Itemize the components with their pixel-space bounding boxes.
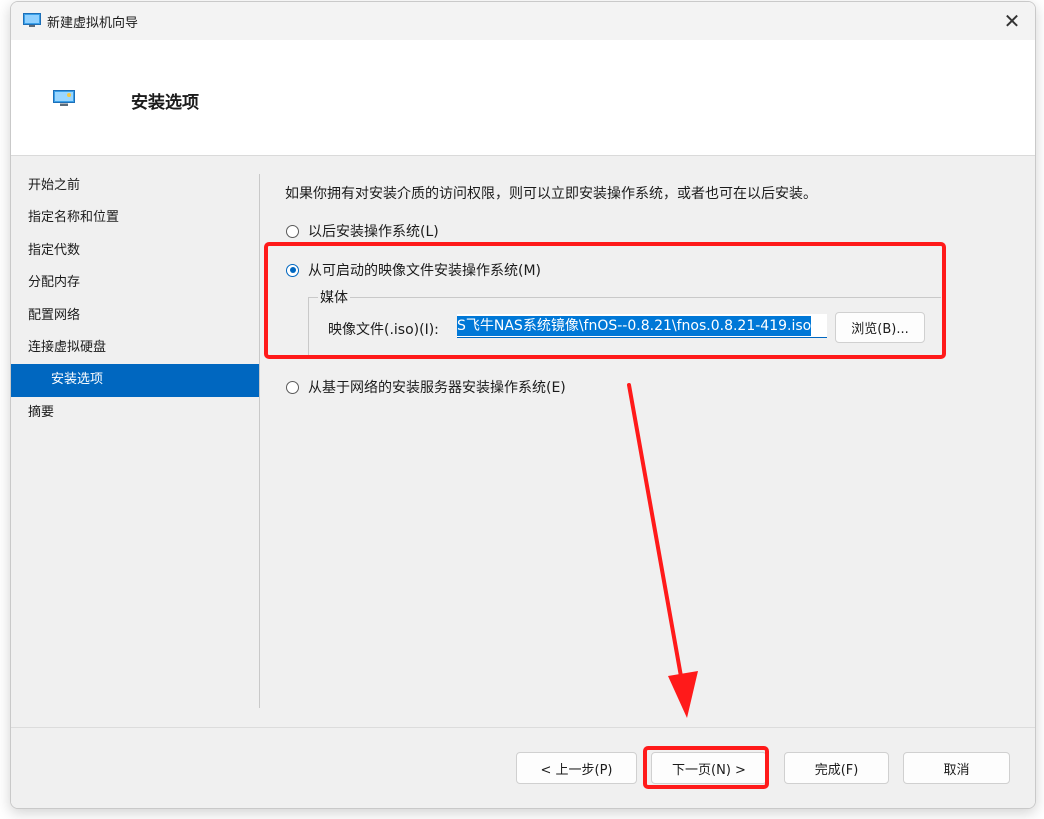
iso-file-label: 映像文件(.iso)(I): — [328, 322, 439, 338]
virtual-machine-icon — [23, 13, 41, 27]
wizard-footer: < 上一步(P) 下一页(N) > 完成(F) 取消 — [11, 727, 1035, 808]
step-navigation: 开始之前 指定名称和位置 指定代数 分配内存 配置网络 连接虚拟硬盘 安装选项 … — [11, 170, 259, 429]
intro-text: 如果你拥有对安装介质的访问权限，则可以立即安装操作系统，或者也可在以后安装。 — [285, 186, 817, 202]
iso-path-input[interactable]: S飞牛NAS系统镜像\fnOS--0.8.21\fnos.0.8.21-419.… — [457, 314, 827, 338]
option-install-from-network[interactable]: 从基于网络的安装服务器安装操作系统(E) — [286, 377, 566, 397]
previous-button[interactable]: < 上一步(P) — [516, 752, 637, 784]
wizard-body: 开始之前 指定名称和位置 指定代数 分配内存 配置网络 连接虚拟硬盘 安装选项 … — [11, 156, 1035, 727]
option-install-later[interactable]: 以后安装操作系统(L) — [286, 221, 439, 241]
page-title: 安装选项 — [131, 93, 199, 113]
virtual-machine-icon — [53, 90, 75, 106]
window-title: 新建虚拟机向导 — [47, 16, 139, 31]
radio-install-later[interactable] — [286, 224, 299, 238]
page-header: 安装选项 — [11, 40, 1035, 156]
media-legend: 媒体 — [318, 287, 350, 307]
title-bar: 新建虚拟机向导 ✕ — [11, 2, 1035, 40]
option-install-from-network-label: 从基于网络的安装服务器安装操作系统(E) — [308, 380, 566, 396]
iso-path-value: S飞牛NAS系统镜像\fnOS--0.8.21\fnos.0.8.21-419.… — [457, 316, 812, 336]
option-install-from-image-label: 从可启动的映像文件安装操作系统(M) — [308, 263, 542, 279]
cancel-button[interactable]: 取消 — [903, 752, 1010, 784]
nav-item-name-location[interactable]: 指定名称和位置 — [11, 202, 259, 234]
next-button[interactable]: 下一页(N) > — [651, 752, 767, 784]
nav-item-installation-options[interactable]: 安装选项 — [11, 364, 259, 397]
nav-item-network[interactable]: 配置网络 — [11, 300, 259, 332]
close-button[interactable]: ✕ — [989, 2, 1035, 40]
nav-item-memory[interactable]: 分配内存 — [11, 267, 259, 299]
content-panel: 如果你拥有对安装介质的访问权限，则可以立即安装操作系统，或者也可在以后安装。 以… — [261, 156, 1035, 727]
nav-item-virtual-disk[interactable]: 连接虚拟硬盘 — [11, 332, 259, 364]
close-icon: ✕ — [1003, 9, 1021, 33]
browse-button[interactable]: 浏览(B)... — [835, 312, 925, 343]
finish-button[interactable]: 完成(F) — [784, 752, 889, 784]
radio-install-from-image[interactable] — [286, 263, 299, 277]
nav-item-generation[interactable]: 指定代数 — [11, 235, 259, 267]
nav-divider — [259, 174, 260, 708]
option-install-later-label: 以后安装操作系统(L) — [308, 224, 439, 240]
nav-item-summary[interactable]: 摘要 — [11, 397, 259, 429]
radio-install-from-network[interactable] — [286, 380, 299, 394]
nav-item-before-you-begin[interactable]: 开始之前 — [11, 170, 259, 202]
option-install-from-image[interactable]: 从可启动的映像文件安装操作系统(M) — [286, 260, 541, 280]
wizard-window: 新建虚拟机向导 ✕ 安装选项 开始之前 指定名称和位置 指定代数 分配内存 配置… — [10, 1, 1036, 809]
